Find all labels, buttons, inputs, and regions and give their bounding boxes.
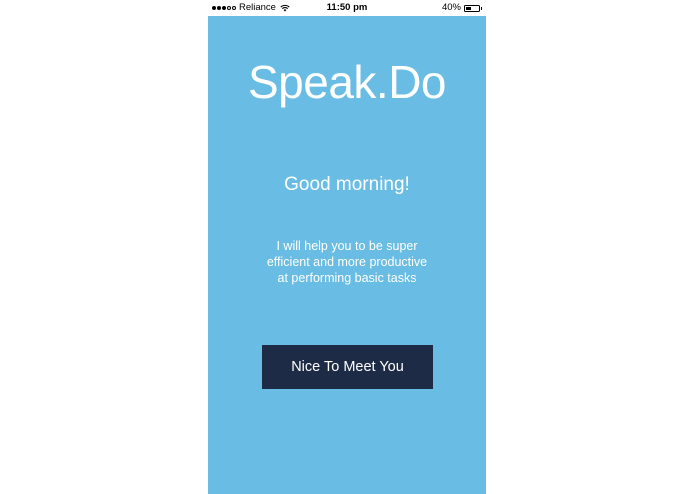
status-right: 40% [442,3,482,13]
battery-icon [464,4,480,12]
description-text: I will help you to be super efficient an… [266,239,428,285]
battery-fill [466,6,471,10]
nice-to-meet-you-button[interactable]: Nice To Meet You [262,345,433,389]
greeting-text: Good morning! [284,174,410,195]
battery-tip [480,6,482,10]
battery-percent: 40% [441,2,461,13]
status-bar: Reliance 11:50 pm 40% [208,0,486,16]
phone-screen: Reliance 11:50 pm 40% Speak.Do Good morn… [208,0,486,494]
app-title: Speak.Do [247,56,447,108]
